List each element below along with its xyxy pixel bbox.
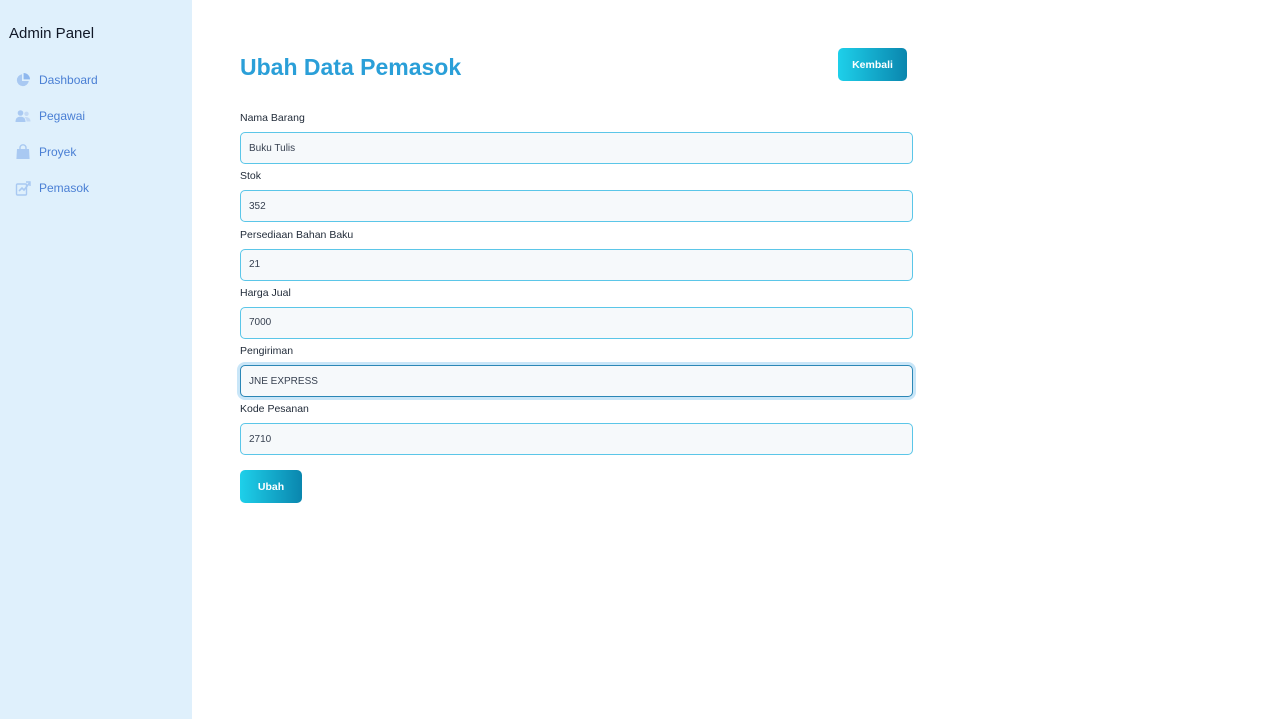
sidebar-item-label: Pegawai <box>39 109 86 123</box>
field-persediaan: Persediaan Bahan Baku <box>240 229 913 287</box>
app-root: Admin Panel Dashboard Pegawai Proyek Pem… <box>0 0 1280 719</box>
sidebar-item-label: Dashboard <box>39 73 98 87</box>
back-button[interactable]: Kembali <box>838 48 907 81</box>
page-title: Ubah Data Pemasok <box>240 54 462 80</box>
users-icon <box>15 108 31 124</box>
field-pengiriman: Pengiriman <box>240 345 913 403</box>
pengiriman-input[interactable] <box>240 365 913 398</box>
sidebar-item-proyek[interactable]: Proyek <box>0 134 192 170</box>
supplier-icon <box>15 180 31 196</box>
brand-title: Admin Panel <box>9 25 95 42</box>
field-harga-jual: Harga Jual <box>240 287 913 345</box>
stok-input[interactable] <box>240 190 913 223</box>
nama-barang-input[interactable] <box>240 132 913 164</box>
sidebar-item-dashboard[interactable]: Dashboard <box>0 62 192 98</box>
pie-chart-icon <box>15 72 31 88</box>
field-label: Nama Barang <box>240 112 305 124</box>
field-label: Kode Pesanan <box>240 403 309 416</box>
persediaan-input[interactable] <box>240 248 913 281</box>
supplier-form: Nama Barang Stok Persediaan Bahan Baku H… <box>240 112 913 462</box>
submit-button[interactable]: Ubah <box>240 470 302 503</box>
sidebar-item-label: Pemasok <box>39 181 90 195</box>
field-nama-barang: Nama Barang <box>240 112 913 170</box>
sidebar-item-label: Proyek <box>39 145 77 159</box>
field-label: Stok <box>240 170 262 183</box>
field-kode-pesanan: Kode Pesanan <box>240 403 913 461</box>
sidebar-nav: Dashboard Pegawai Proyek Pemasok <box>0 62 192 206</box>
kode-pesanan-input[interactable] <box>240 423 913 456</box>
shopping-bag-icon <box>15 144 31 160</box>
field-label: Harga Jual <box>240 286 291 299</box>
field-stok: Stok <box>240 170 913 228</box>
sidebar-item-pemasok[interactable]: Pemasok <box>0 170 192 206</box>
sidebar: Admin Panel Dashboard Pegawai Proyek Pem… <box>0 0 192 719</box>
harga-jual-input[interactable] <box>240 306 913 339</box>
field-label: Persediaan Bahan Baku <box>240 228 354 241</box>
field-label: Pengiriman <box>240 345 294 358</box>
sidebar-item-pegawai[interactable]: Pegawai <box>0 98 192 134</box>
